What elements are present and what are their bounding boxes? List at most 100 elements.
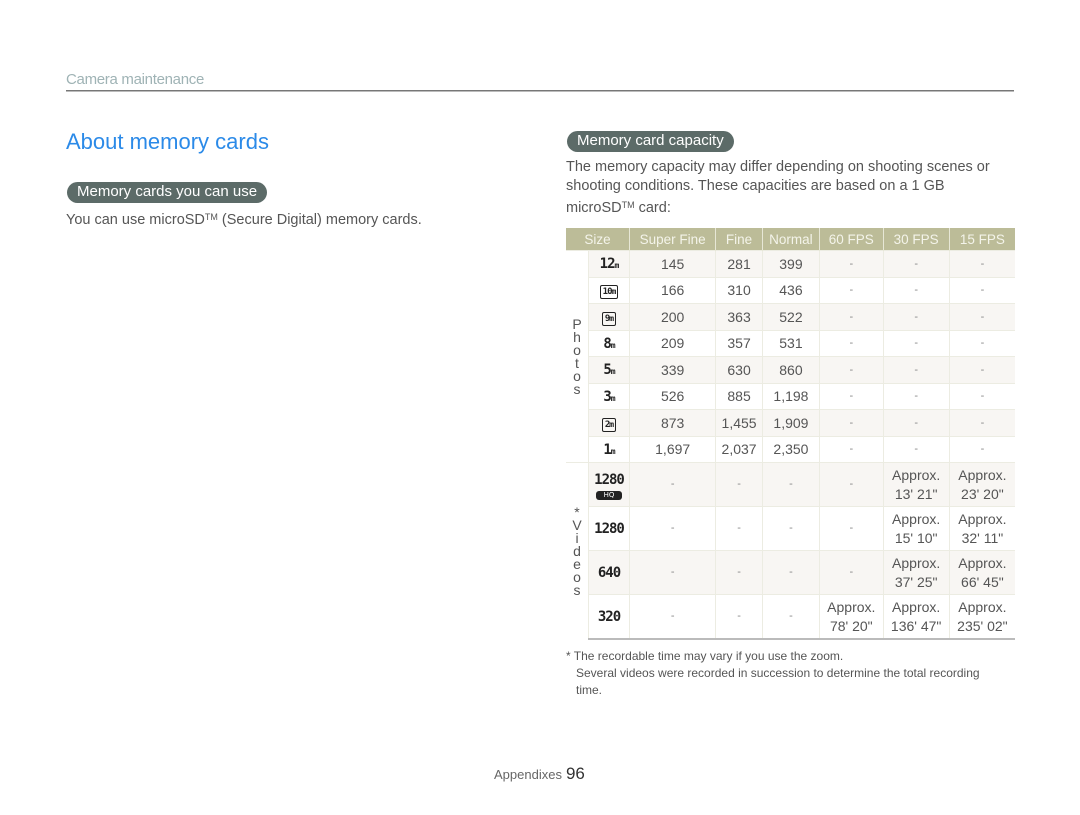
capacity-cell: 363	[715, 303, 763, 330]
capacity-cell: -	[819, 435, 884, 463]
capacity-cell: -	[761, 462, 820, 507]
capacity-cell: Approx. 23' 20"	[948, 462, 1015, 507]
capacity-cell: 166	[628, 276, 716, 304]
capacity-cell: -	[715, 594, 763, 640]
capacity-cell: -	[819, 382, 884, 410]
table-row: 320- - - Approx. 78' 20" Approx. 136' 47" App…	[566, 594, 1015, 640]
page-title: About memory cards	[66, 129, 269, 154]
capacity-cell: 339	[628, 356, 716, 383]
column-header: Normal	[761, 228, 820, 251]
page-number: 96	[565, 764, 585, 783]
footnote: * The recordable time may vary if you us…	[566, 648, 1006, 699]
subheading-memory-cards-you-can-use: Memory cards you can use	[67, 182, 268, 203]
size-cell: 9m	[588, 303, 630, 330]
footnote-line-1: * The recordable time may vary if you us…	[566, 649, 844, 663]
capacity-cell: 2,350	[761, 435, 820, 463]
capacity-cell: 1,455	[715, 409, 763, 436]
column-header: 30 FPS	[882, 228, 950, 251]
capacity-cell: -	[882, 250, 950, 277]
capacity-cell: 310	[715, 276, 763, 304]
capacity-cell: 436	[761, 276, 820, 304]
section-header: Camera maintenance	[66, 71, 205, 88]
table-row: * Vi d e o s 1280 HQ - - - - Approx. 13' 21" Approx. …	[566, 462, 1015, 639]
capacity-cell: -	[819, 276, 884, 304]
capacity-cell: 1,198	[761, 382, 820, 410]
size-cell: 1280 HQ	[588, 462, 630, 507]
capacity-cell: 1,697	[628, 435, 716, 463]
table-row: 3m 526 885 1,198- - -	[566, 382, 1015, 410]
size-cell: 320	[588, 594, 630, 640]
column-header: Size	[566, 228, 630, 251]
column-header: Super Fine	[628, 228, 716, 251]
table-row: 1280- - - - Approx. 15' 10" Approx. 32' 11"	[566, 506, 1015, 551]
capacity-cell: -	[628, 506, 716, 551]
5m-icon: 5m	[603, 362, 615, 379]
memory-cards-description: You can use microSDTM (Secure Digital) m…	[66, 208, 422, 230]
capacity-cell: Approx. 66' 45"	[948, 550, 1015, 595]
group-label-letter: s	[573, 581, 581, 598]
subheading-memory-card-capacity: Memory card capacity	[567, 131, 734, 152]
capacity-cell: 531	[761, 329, 820, 357]
capacity-cell: 399	[761, 250, 820, 277]
table-row: 2m 873 1,455 1,909- - -	[566, 409, 1015, 436]
capacity-cell: 357	[715, 329, 763, 357]
size-cell: 2m	[588, 409, 630, 436]
capacity-cell: -	[715, 506, 763, 551]
1280-hq-icon: 1280	[594, 471, 625, 488]
capacity-cell: -	[628, 462, 716, 507]
size-cell: 640	[588, 550, 630, 595]
size-cell: 3m	[588, 382, 630, 410]
table-row: 5m 339 630 860- - -	[566, 356, 1015, 383]
640-icon: 640	[597, 564, 621, 581]
size-cell: 5m	[588, 356, 630, 383]
capacity-cell: -	[948, 409, 1015, 436]
photos-group-label: Photos	[566, 250, 589, 463]
capacity-cell: -	[882, 435, 950, 463]
capacity-cell: -	[882, 329, 950, 357]
2m-wide-icon: 2m	[601, 417, 617, 432]
capacity-cell: -	[882, 356, 950, 383]
capacity-cell: 200	[628, 303, 716, 330]
table-row: 640- - - - Approx. 37' 25" Approx. 66' 45"	[566, 550, 1015, 595]
capacity-cell: -	[761, 550, 820, 595]
capacity-cell: -	[882, 303, 950, 330]
column-header: 60 FPS	[819, 228, 884, 251]
capacity-cell: 1,909	[761, 409, 820, 436]
header-divider	[66, 90, 1014, 92]
8m-icon: 8m	[603, 335, 615, 352]
capacity-cell: -	[819, 329, 884, 357]
size-cell: 10m	[588, 276, 630, 304]
1m-icon: 1m	[603, 441, 615, 458]
size-cell: 1280	[588, 506, 630, 551]
capacity-cell: -	[761, 506, 820, 551]
capacity-cell: -	[819, 550, 884, 595]
table-row: 10m 166 310 436- - -	[566, 276, 1015, 304]
column-header: 15 FPS	[948, 228, 1015, 251]
capacity-cell: -	[882, 382, 950, 410]
capacity-cell: -	[948, 435, 1015, 463]
trademark: TM	[621, 200, 635, 210]
column-header: Fine	[715, 228, 763, 251]
capacity-cell: -	[948, 303, 1015, 330]
1280-icon: 1280	[594, 520, 625, 537]
size-cell: 1m	[588, 435, 630, 463]
text: You can use microSD	[66, 212, 205, 228]
capacity-cell: -	[819, 409, 884, 436]
capacity-cell: Approx. 15' 10"	[882, 506, 950, 551]
capacity-cell: -	[948, 356, 1015, 383]
capacity-table: Size Super Fine Fine Normal 60 FPS 30 FPS 15 F…	[566, 228, 1015, 640]
trademark: TM	[204, 212, 218, 222]
capacity-cell: 885	[715, 382, 763, 410]
capacity-cell: 281	[715, 250, 763, 277]
capacity-cell: 873	[628, 409, 716, 436]
capacity-cell: 630	[715, 356, 763, 383]
capacity-cell: -	[819, 303, 884, 330]
table-row: 9m 200 363 522- - -	[566, 303, 1015, 330]
size-cell: 12m	[588, 250, 630, 277]
capacity-cell: -	[948, 250, 1015, 277]
capacity-cell: -	[882, 409, 950, 436]
capacity-cell: -	[819, 250, 884, 277]
capacity-cell: Approx. 78' 20"	[819, 594, 884, 640]
text: card:	[634, 200, 671, 216]
3m-icon: 3m	[603, 388, 615, 405]
